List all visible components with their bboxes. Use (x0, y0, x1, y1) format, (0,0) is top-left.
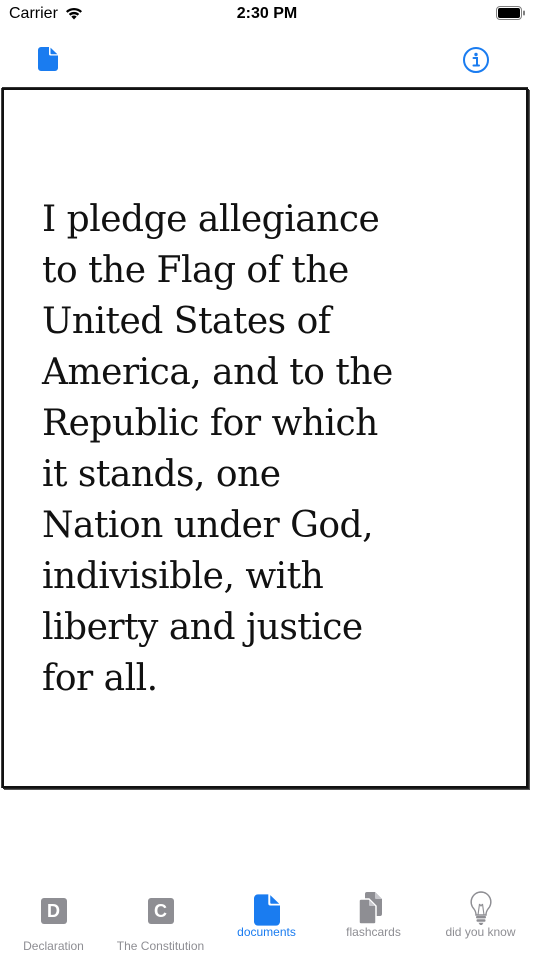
pledge-text: I pledge allegiance to the Flag of the U… (42, 194, 512, 704)
tab-bar: D Declaration C The Constitution documen… (0, 884, 534, 953)
pledge-line: United States of (42, 301, 331, 342)
tab-did-you-know[interactable]: did you know (427, 884, 534, 939)
flashcards-icon (320, 884, 427, 925)
tab-flashcards[interactable]: flashcards (320, 884, 427, 939)
tab-documents[interactable]: documents (213, 884, 320, 939)
pledge-line: for all. (42, 658, 158, 699)
lightbulb-icon (427, 884, 534, 925)
pledge-line: Nation under God, (42, 505, 374, 546)
tab-label: Declaration (23, 939, 84, 953)
info-button[interactable] (462, 46, 490, 79)
pledge-line: America, and to the (42, 352, 393, 393)
letter-c-icon: C (107, 898, 214, 932)
document-icon (38, 47, 58, 71)
pledge-line: to the Flag of the (42, 250, 349, 291)
documents-nav-button[interactable] (38, 47, 58, 76)
tab-label: documents (237, 925, 296, 939)
pledge-card: I pledge allegiance to the Flag of the U… (2, 88, 528, 788)
clock: 2:30 PM (236, 5, 298, 22)
battery-icon (496, 6, 526, 26)
tab-label: flashcards (346, 925, 401, 939)
pledge-line: I pledge allegiance (42, 199, 380, 240)
document-icon (213, 884, 320, 926)
status-bar: Carrier 2:30 PM (0, 0, 534, 30)
pledge-line: indivisible, with (42, 556, 324, 597)
pledge-line: it stands, one (42, 454, 281, 495)
info-icon (463, 47, 489, 73)
tab-declaration[interactable]: D Declaration (0, 884, 107, 953)
letter-d-icon: D (0, 898, 107, 932)
tab-constitution[interactable]: C The Constitution (107, 884, 214, 953)
pledge-line: liberty and justice (42, 607, 363, 648)
pledge-line: Republic for which (42, 403, 378, 444)
tab-label: The Constitution (116, 939, 205, 953)
